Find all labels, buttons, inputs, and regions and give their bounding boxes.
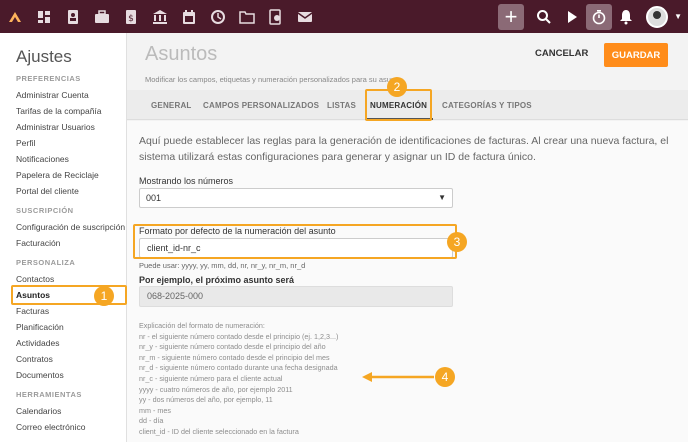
avatar[interactable] xyxy=(646,5,669,28)
history-icon[interactable] xyxy=(203,0,232,33)
calendar-icon[interactable] xyxy=(174,0,203,33)
annotation-marker-4: 4 xyxy=(435,367,455,387)
sidebar-item-tarifas[interactable]: Tarifas de la compañía xyxy=(0,103,126,119)
annotation-arrow-icon xyxy=(362,372,434,382)
sidebar-item-perfil[interactable]: Perfil xyxy=(0,135,126,151)
mail-icon[interactable] xyxy=(290,0,319,33)
bank-icon[interactable] xyxy=(145,0,174,33)
numbering-settings: Aquí puede establecer las reglas para la… xyxy=(127,121,688,442)
tab-categorias-tipos[interactable]: CATEGORÍAS Y TIPOS xyxy=(442,101,532,110)
bell-icon[interactable] xyxy=(612,0,640,33)
example-field: 068-2025-000 xyxy=(139,286,453,307)
svg-text:$: $ xyxy=(128,14,134,24)
sidebar-item-usuarios[interactable]: Administrar Usuarios xyxy=(0,119,126,135)
description-text: Aquí puede establecer las reglas para la… xyxy=(139,135,669,163)
sidebar-section-suscripcion: SUSCRIPCIÓN xyxy=(16,206,74,215)
sidebar-item-actividades[interactable]: Actividades xyxy=(0,335,126,351)
highlight-format-field xyxy=(133,224,457,259)
sidebar-item-documentos[interactable]: Documentos xyxy=(0,367,126,383)
sidebar-section-herramientas: HERRAMIENTAS xyxy=(16,390,82,399)
logo-icon[interactable] xyxy=(0,0,29,33)
tab-general[interactable]: GENERAL xyxy=(151,101,192,110)
sidebar-item-contratos[interactable]: Contratos xyxy=(0,351,126,367)
sidebar-item-correo[interactable]: Correo electrónico xyxy=(0,419,126,435)
sidebar-item-configuracion-suscripcion[interactable]: Configuración de suscripción xyxy=(0,219,126,235)
example-label: Por ejemplo, el próximo asunto será xyxy=(139,275,295,285)
contacts-icon[interactable] xyxy=(58,0,87,33)
sidebar-section-personaliza: PERSONALIZA xyxy=(16,258,76,267)
page-subtitle: Modificar los campos, etiquetas y numera… xyxy=(145,75,402,84)
chevron-down-icon: ▼ xyxy=(438,193,446,202)
sidebar-item-notificaciones[interactable]: Notificaciones xyxy=(0,151,126,167)
explanation-line: yyyy - cuatro números de año, por ejempl… xyxy=(139,384,293,394)
digits-label: Mostrando los números xyxy=(139,176,234,186)
play-icon[interactable] xyxy=(558,0,586,33)
sidebar-item-portal-cliente[interactable]: Portal del cliente xyxy=(0,183,126,199)
annotation-marker-3: 3 xyxy=(447,232,467,252)
format-explanation: Explicación del formato de numeración: n… xyxy=(139,321,338,438)
tab-campos-personalizados[interactable]: CAMPOS PERSONALIZADOS xyxy=(203,101,319,110)
folder-icon[interactable] xyxy=(232,0,261,33)
sidebar-item-papelera[interactable]: Papelera de Reciclaje xyxy=(0,167,126,183)
add-button[interactable]: + xyxy=(498,3,525,30)
explanation-line: nr_c - siguiente número para el cliente … xyxy=(139,373,283,383)
chevron-down-icon[interactable]: ▼ xyxy=(674,12,682,21)
explanation-line: yy - dos números del año, por ejemplo, 1… xyxy=(139,395,273,405)
search-icon[interactable] xyxy=(530,0,558,33)
sidebar-item-planificacion[interactable]: Planificación xyxy=(0,319,126,335)
sidebar-title: Ajustes xyxy=(16,47,72,66)
explanation-line: nr - el siguiente número contado desde e… xyxy=(139,331,339,341)
sidebar-item-calendarios[interactable]: Calendarios xyxy=(0,403,126,419)
explanation-line: nr_m - siguiente número contado desde el… xyxy=(139,352,330,362)
annotation-marker-2: 2 xyxy=(387,77,407,97)
format-hint: Puede usar: yyyy, yy, mm, dd, nr, nr_y, … xyxy=(139,261,306,270)
settings-sidebar: Ajustes PREFERENCIAS Administrar Cuenta … xyxy=(0,33,127,442)
explanation-line: dd - día xyxy=(139,416,164,426)
document-search-icon[interactable] xyxy=(261,0,290,33)
tab-listas[interactable]: LISTAS xyxy=(327,101,356,110)
cancel-button[interactable]: CANCELAR xyxy=(535,48,588,59)
invoice-icon[interactable]: $ xyxy=(116,0,145,33)
top-navigation-bar: $ + ▼ xyxy=(0,0,688,33)
explanation-line: Explicación del formato de numeración: xyxy=(139,321,265,330)
explanation-line: client_id - ID del cliente seleccionado … xyxy=(139,426,299,436)
page-title: Asuntos xyxy=(145,43,218,65)
save-button[interactable]: GUARDAR xyxy=(604,43,668,67)
digits-select[interactable]: 001 ▼ xyxy=(139,188,453,208)
briefcase-icon[interactable] xyxy=(87,0,116,33)
explanation-line: mm - mes xyxy=(139,405,171,415)
sidebar-item-administrar-cuenta[interactable]: Administrar Cuenta xyxy=(0,87,126,103)
dashboard-icon[interactable] xyxy=(29,0,58,33)
stopwatch-icon[interactable] xyxy=(586,3,613,30)
annotation-marker-1: 1 xyxy=(94,286,114,306)
explanation-line: nr_d - siguiente número contado durante … xyxy=(139,363,338,373)
explanation-line: nr_y - siguiente número contado desde el… xyxy=(139,342,326,352)
digits-select-value: 001 xyxy=(146,193,162,203)
sidebar-item-facturacion[interactable]: Facturación xyxy=(0,235,126,251)
sidebar-section-preferencias: PREFERENCIAS xyxy=(16,74,81,83)
